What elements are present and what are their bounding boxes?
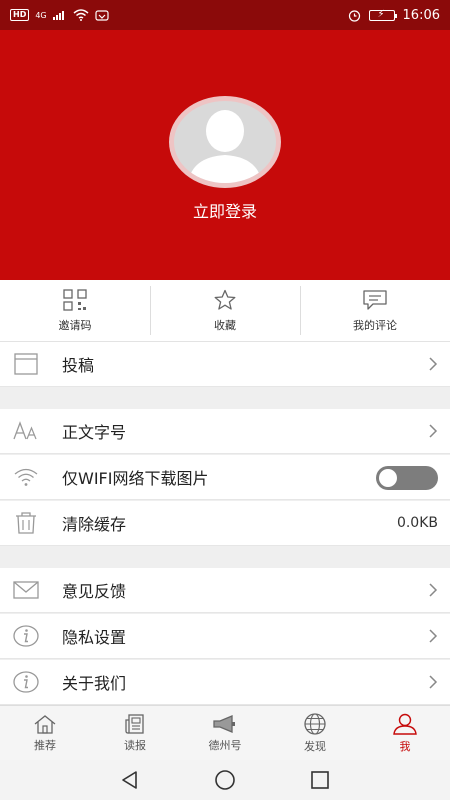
tab-discover[interactable]: 发现	[270, 706, 360, 760]
user-icon	[393, 713, 417, 735]
menu-item-submit[interactable]: 投稿	[0, 342, 450, 387]
trash-icon	[16, 512, 36, 534]
chevron-right-icon	[429, 424, 438, 438]
tab-label: 我	[399, 739, 411, 753]
bottom-tab-bar: 推荐 读报 德州号 发现 我	[0, 705, 450, 760]
shortcut-invite-code[interactable]: 邀请码	[0, 280, 150, 341]
shortcut-row: 邀请码 收藏 我的评论	[0, 280, 450, 342]
avatar[interactable]	[169, 96, 281, 188]
globe-icon	[304, 712, 326, 735]
status-right: ⚡ 16:06	[348, 8, 440, 23]
menu-label: 关于我们	[62, 674, 127, 693]
wifi-icon	[14, 468, 38, 486]
shortcut-my-comments[interactable]: 我的评论	[300, 280, 450, 341]
status-time: 16:06	[402, 7, 440, 23]
shortcut-favorites[interactable]: 收藏	[150, 280, 300, 341]
star-icon	[214, 289, 236, 310]
recent-apps-icon[interactable]	[310, 770, 330, 790]
battery-icon: ⚡	[368, 9, 397, 21]
menu-item-clear-cache[interactable]: 清除缓存 0.0KB	[0, 501, 450, 546]
chevron-right-icon	[429, 675, 438, 689]
shortcut-label: 邀请码	[58, 318, 92, 332]
home-icon	[34, 714, 56, 734]
tab-dezhou-account[interactable]: 德州号	[180, 706, 270, 760]
cache-size-value: 0.0KB	[396, 515, 438, 531]
menu-label: 仅WIFI网络下载图片	[62, 469, 209, 488]
tab-recommend[interactable]: 推荐	[0, 706, 90, 760]
back-icon[interactable]	[120, 770, 140, 790]
alarm-icon	[348, 9, 360, 22]
chevron-right-icon	[429, 357, 438, 371]
chevron-right-icon	[429, 583, 438, 597]
menu-item-about[interactable]: 关于我们	[0, 660, 450, 705]
status-left: HD 4G	[10, 9, 109, 21]
toggle-knob	[379, 469, 397, 487]
signal-icon	[52, 11, 64, 20]
status-bar: HD 4G ⚡ 16:06	[0, 0, 450, 30]
newspaper-icon	[125, 713, 144, 734]
qr-code-icon	[63, 288, 87, 311]
wifi-only-toggle[interactable]	[376, 466, 438, 490]
megaphone-icon	[213, 714, 235, 733]
info-icon	[13, 625, 39, 647]
tab-label: 推荐	[34, 738, 56, 752]
network-type: 4G	[35, 10, 47, 20]
calendar-window-icon	[14, 353, 38, 375]
menu-item-font-size[interactable]: 正文字号	[0, 409, 450, 454]
profile-header: 立即登录	[0, 30, 450, 280]
app-notification-icon	[95, 10, 109, 21]
menu-item-privacy[interactable]: 隐私设置	[0, 614, 450, 659]
home-circle-icon[interactable]	[214, 769, 236, 791]
shortcut-label: 我的评论	[353, 318, 397, 332]
tab-label: 德州号	[208, 738, 242, 752]
menu-label: 意见反馈	[62, 582, 127, 601]
system-nav-bar	[0, 760, 450, 800]
menu-label: 隐私设置	[62, 628, 127, 647]
tab-read-newspaper[interactable]: 读报	[90, 706, 180, 760]
menu-label: 投稿	[62, 356, 95, 375]
tab-label: 发现	[304, 739, 326, 753]
shortcut-label: 收藏	[214, 318, 236, 332]
font-size-icon	[13, 421, 37, 440]
tab-label: 读报	[124, 738, 146, 752]
login-button[interactable]: 立即登录	[0, 198, 450, 222]
hd-badge: HD	[10, 9, 30, 21]
mail-icon	[13, 581, 39, 599]
menu-item-wifi-only: 仅WIFI网络下载图片	[0, 455, 450, 500]
chevron-right-icon	[429, 629, 438, 643]
tab-me[interactable]: 我	[360, 706, 450, 760]
default-avatar-icon	[174, 101, 276, 183]
info-icon	[13, 671, 39, 693]
menu-label: 清除缓存	[62, 515, 127, 534]
menu-label: 正文字号	[62, 423, 127, 442]
wifi-icon	[73, 9, 89, 21]
comment-icon	[363, 289, 387, 310]
menu-item-feedback[interactable]: 意见反馈	[0, 568, 450, 613]
